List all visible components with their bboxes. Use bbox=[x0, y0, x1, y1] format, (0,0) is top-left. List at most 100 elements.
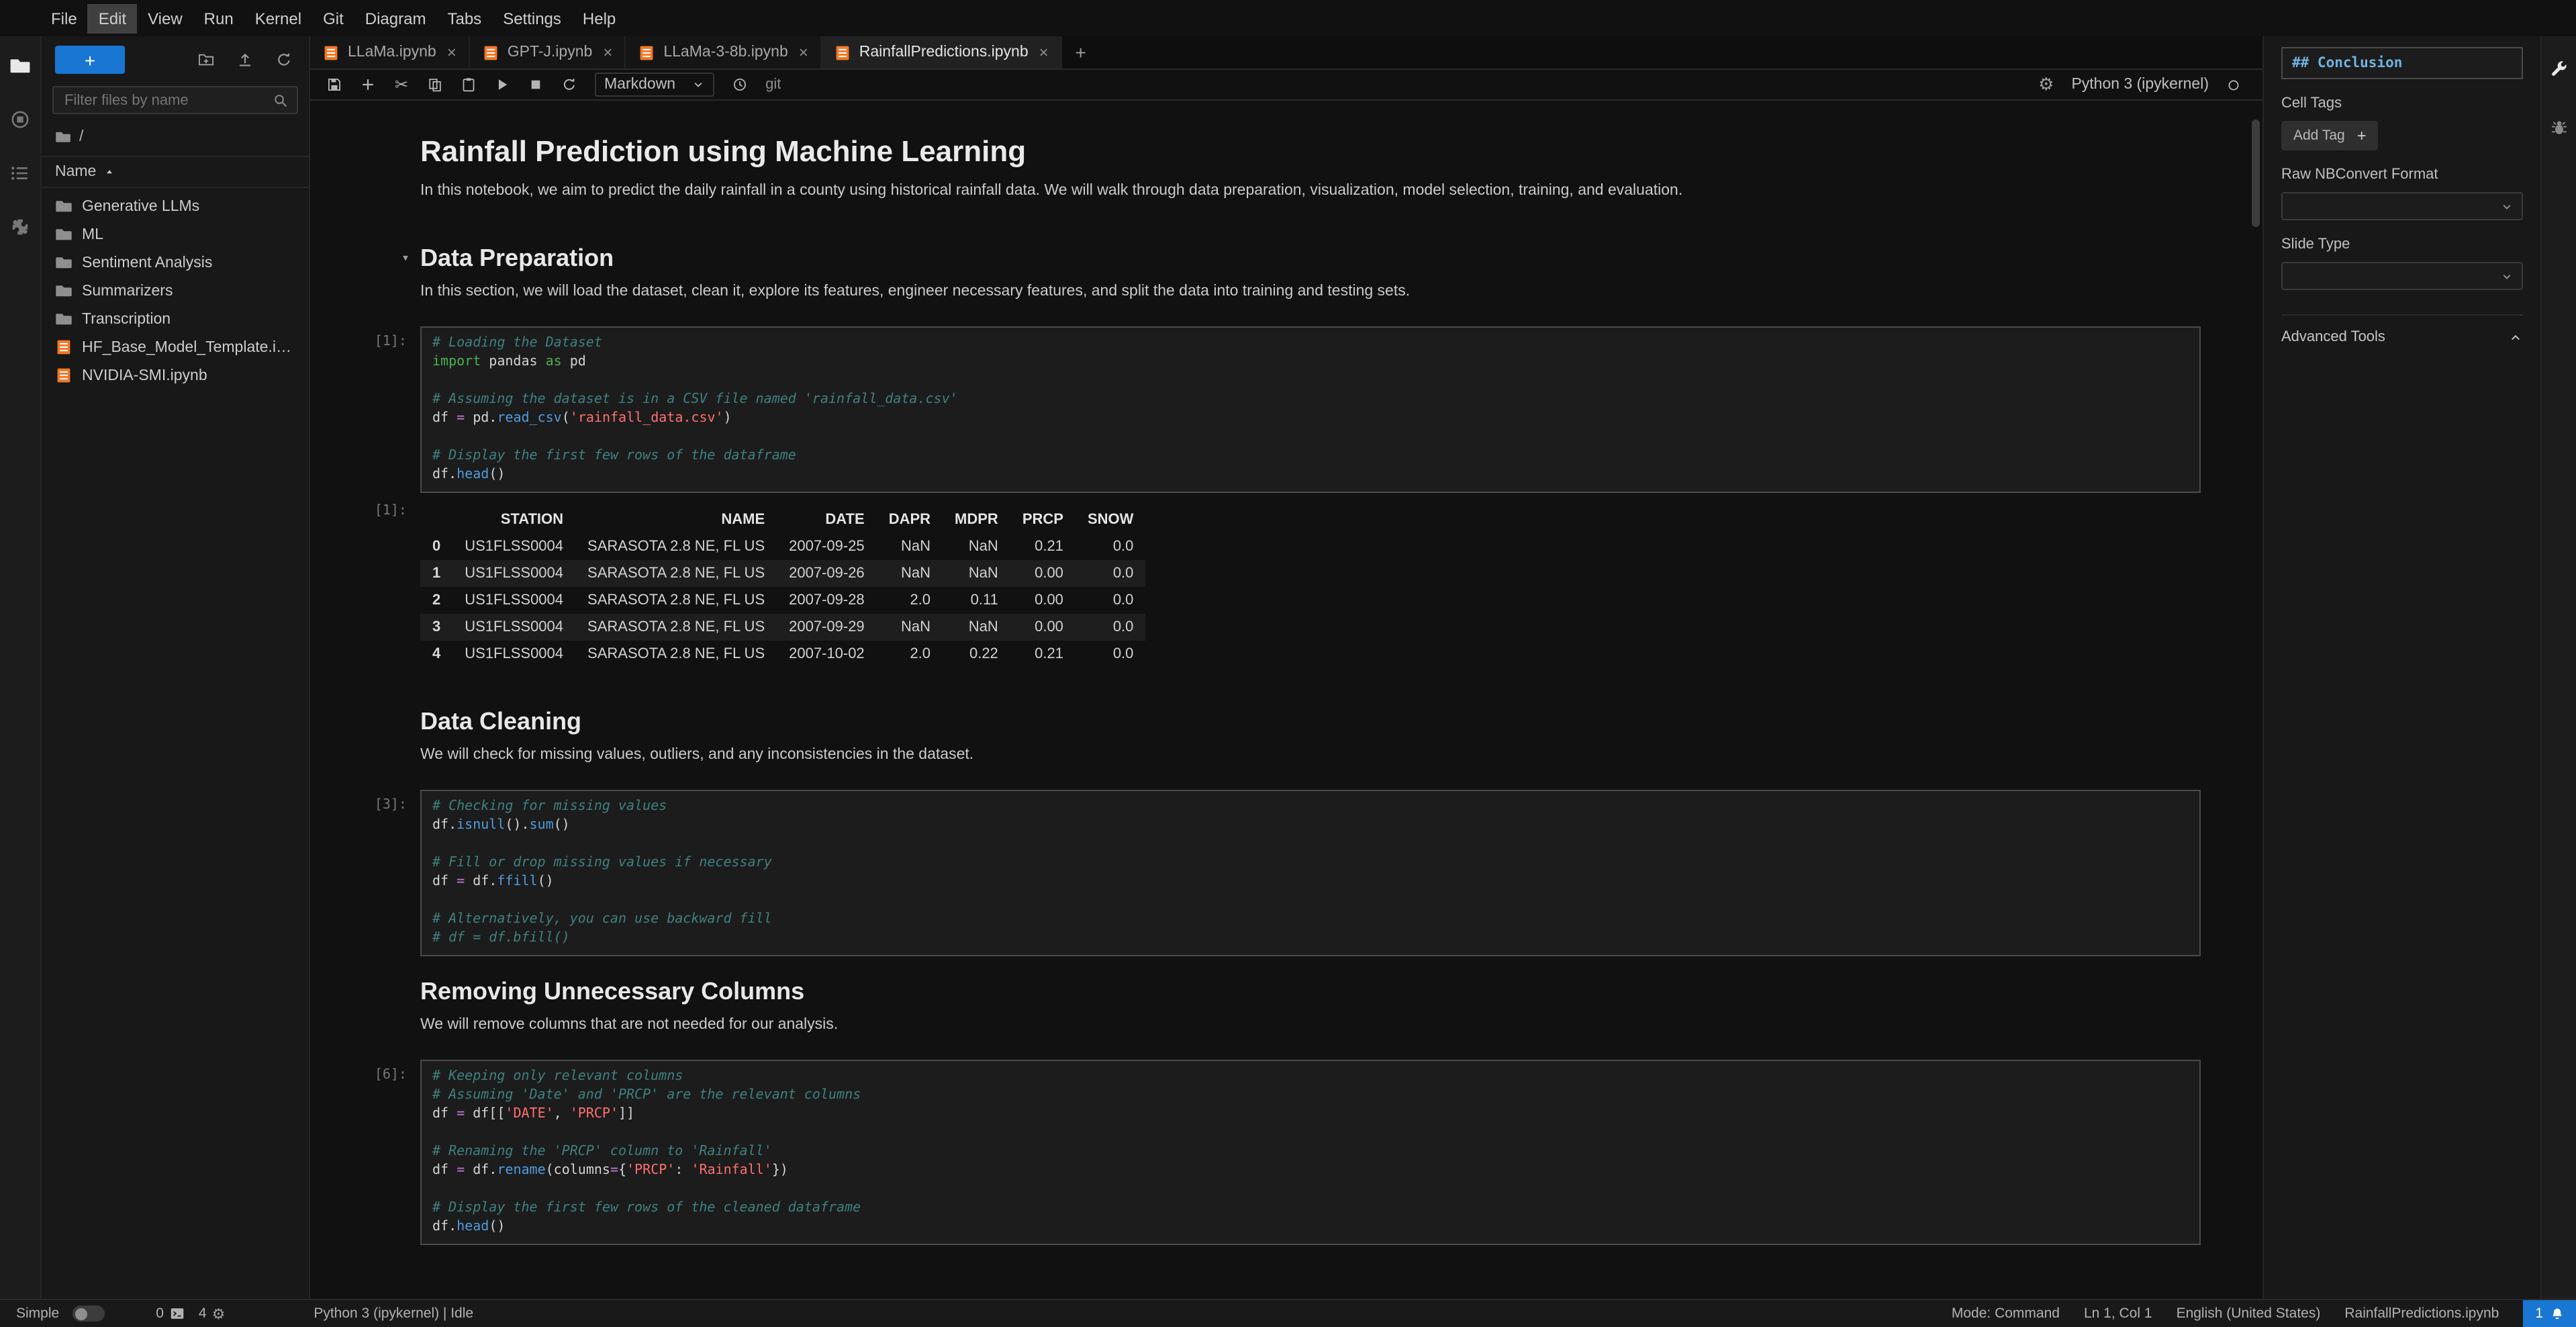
cell-prompt: [1]: bbox=[310, 326, 420, 493]
slide-type-select[interactable] bbox=[2281, 262, 2523, 290]
kernel-status[interactable]: Python 3 (ipykernel) | Idle bbox=[314, 1306, 473, 1322]
copy-cells-button[interactable] bbox=[427, 77, 443, 93]
file-list-header[interactable]: Name bbox=[42, 156, 309, 188]
tab-RainfallPredictions.ipynb[interactable]: RainfallPredictions.ipynb × bbox=[822, 36, 1062, 68]
notebook-scrollbar[interactable] bbox=[2249, 101, 2262, 1299]
code-editor[interactable]: # Checking for missing valuesdf.isnull()… bbox=[420, 790, 2201, 956]
cell-prompt bbox=[310, 121, 420, 223]
sidebar-tab-property-inspector[interactable] bbox=[2543, 52, 2575, 85]
interrupt-kernel-button[interactable] bbox=[528, 77, 544, 93]
cut-cells-button[interactable]: ✂ bbox=[393, 77, 410, 93]
tab-LLaMa.ipynb[interactable]: LLaMa.ipynb× bbox=[310, 36, 470, 68]
markdown-cell-content[interactable]: Data CleaningWe will check for missing v… bbox=[420, 689, 2201, 787]
file-name: NVIDIA-SMI.ipynb bbox=[82, 367, 207, 383]
menu-view[interactable]: View bbox=[137, 3, 193, 33]
cell-type-dropdown[interactable]: Markdown bbox=[595, 73, 714, 97]
table-cell: US1FLSS0004 bbox=[452, 533, 575, 560]
sidebar-tab-debugger[interactable] bbox=[2543, 111, 2575, 144]
paste-cells-button[interactable] bbox=[461, 77, 477, 93]
filter-files-input[interactable] bbox=[62, 91, 273, 109]
folder-icon bbox=[55, 226, 73, 243]
new-tab-button[interactable]: + bbox=[1062, 36, 1100, 68]
close-icon[interactable]: × bbox=[603, 43, 612, 62]
insert-cell-button[interactable] bbox=[360, 77, 376, 93]
table-cell: 2007-10-02 bbox=[777, 641, 877, 668]
code-editor[interactable]: # Keeping only relevant columns# Assumin… bbox=[420, 1060, 2201, 1245]
notebook-item[interactable]: HF_Base_Model_Template.ipynb bbox=[42, 333, 309, 361]
tab-LLaMa-3-8b.ipynb[interactable]: LLaMa-3-8b.ipynb× bbox=[626, 36, 821, 68]
table-cell: NaN bbox=[943, 560, 1010, 587]
markdown-cell-content[interactable]: Data PreparationIn this section, we will… bbox=[420, 226, 2201, 324]
sidebar-tab-file-browser[interactable] bbox=[4, 50, 36, 82]
heading-collapser-icon[interactable]: ▾ bbox=[401, 251, 410, 266]
chevron-down-icon bbox=[2500, 269, 2514, 283]
tab-GPT-J.ipynb[interactable]: GPT-J.ipynb× bbox=[470, 36, 626, 68]
new-folder-button[interactable] bbox=[197, 51, 215, 68]
menu-diagram[interactable]: Diagram bbox=[354, 3, 437, 33]
notifications-button[interactable]: 1 bbox=[2523, 1300, 2576, 1327]
active-cell-preview[interactable]: ## Conclusion bbox=[2281, 47, 2523, 79]
folder-item[interactable]: Sentiment Analysis bbox=[42, 248, 309, 277]
upload-files-button[interactable] bbox=[236, 51, 254, 68]
notifications-count: 1 bbox=[2535, 1306, 2543, 1322]
cursor-position[interactable]: Ln 1, Col 1 bbox=[2084, 1306, 2152, 1322]
add-tag-button[interactable]: Add Tag + bbox=[2281, 121, 2379, 150]
folder-item[interactable]: ML bbox=[42, 220, 309, 248]
simple-mode-toggle[interactable] bbox=[73, 1306, 105, 1322]
close-icon[interactable]: × bbox=[1039, 43, 1049, 62]
code-editor[interactable]: # Loading the Datasetimport pandas as pd… bbox=[420, 326, 2201, 493]
raw-nbconvert-select[interactable] bbox=[2281, 192, 2523, 220]
cell-type-value: Markdown bbox=[604, 77, 675, 93]
folder-item[interactable]: Transcription bbox=[42, 305, 309, 333]
code-line: # Display the first few rows of the clea… bbox=[432, 1199, 2189, 1218]
tab-label: RainfallPredictions.ipynb bbox=[859, 44, 1029, 60]
code-line bbox=[432, 372, 2189, 391]
menu-tabs[interactable]: Tabs bbox=[436, 3, 492, 33]
close-icon[interactable]: × bbox=[799, 43, 808, 62]
folder-item[interactable]: Generative LLMs bbox=[42, 192, 309, 220]
folder-item[interactable]: Summarizers bbox=[42, 277, 309, 305]
kernel-settings-button[interactable]: ⚙ bbox=[2038, 74, 2054, 95]
sidebar-tab-extensions[interactable] bbox=[4, 211, 36, 243]
save-button[interactable] bbox=[326, 77, 342, 93]
breadcrumb[interactable]: / bbox=[42, 124, 309, 150]
newfolder-icon bbox=[197, 51, 215, 68]
menu-kernel[interactable]: Kernel bbox=[244, 3, 312, 33]
execution-time-button[interactable] bbox=[732, 77, 748, 93]
sidebar-tab-running-sessions[interactable] bbox=[4, 103, 36, 136]
close-icon[interactable]: × bbox=[447, 43, 457, 62]
menu-edit[interactable]: Edit bbox=[88, 3, 137, 33]
menu-help[interactable]: Help bbox=[572, 3, 626, 33]
menu-git[interactable]: Git bbox=[312, 3, 354, 33]
advanced-tools-header[interactable]: Advanced Tools bbox=[2281, 314, 2523, 345]
code-line: # Display the first few rows of the data… bbox=[432, 447, 2189, 466]
menu-run[interactable]: Run bbox=[193, 3, 244, 33]
language-indicator[interactable]: English (United States) bbox=[2177, 1306, 2321, 1322]
table-cell: SARASOTA 2.8 NE, FL US bbox=[575, 614, 777, 641]
restart-kernel-button[interactable] bbox=[561, 77, 577, 93]
kernels-status[interactable]: 4 ⚙ bbox=[199, 1305, 225, 1322]
folder-icon bbox=[55, 310, 73, 328]
run-cell-button[interactable] bbox=[494, 77, 510, 93]
kernel-name[interactable]: Python 3 (ipykernel) bbox=[2071, 77, 2209, 93]
menu-settings[interactable]: Settings bbox=[492, 3, 572, 33]
menu-file[interactable]: File bbox=[40, 3, 88, 33]
new-launcher-button[interactable]: + bbox=[55, 46, 125, 74]
file-browser-toolbar: + bbox=[42, 36, 309, 81]
notebook-item[interactable]: NVIDIA-SMI.ipynb bbox=[42, 361, 309, 390]
table-cell: 2.0 bbox=[877, 587, 943, 614]
chevron-down-icon bbox=[2500, 199, 2514, 213]
notebook-scroll-area: Rainfall Prediction using Machine Learni… bbox=[310, 101, 2262, 1299]
code-line: df = df.rename(columns={'PRCP': 'Rainfal… bbox=[432, 1162, 2189, 1181]
git-toolbar-label[interactable]: git bbox=[765, 77, 781, 93]
scrollbar-thumb[interactable] bbox=[2252, 120, 2260, 227]
markdown-cell-content[interactable]: Rainfall Prediction using Machine Learni… bbox=[420, 121, 2201, 223]
terminals-status[interactable]: 0 bbox=[156, 1306, 185, 1322]
wrench-icon bbox=[2550, 59, 2569, 78]
file-name: ML bbox=[82, 226, 103, 242]
column-header: DATE bbox=[777, 506, 877, 533]
refresh-file-list-button[interactable] bbox=[275, 51, 293, 68]
sidebar-tab-table-of-contents[interactable] bbox=[4, 157, 36, 189]
markdown-cell-content[interactable]: Removing Unnecessary ColumnsWe will remo… bbox=[420, 959, 2201, 1057]
jupyterlab-window: FileEditViewRunKernelGitDiagramTabsSetti… bbox=[0, 0, 2576, 1327]
